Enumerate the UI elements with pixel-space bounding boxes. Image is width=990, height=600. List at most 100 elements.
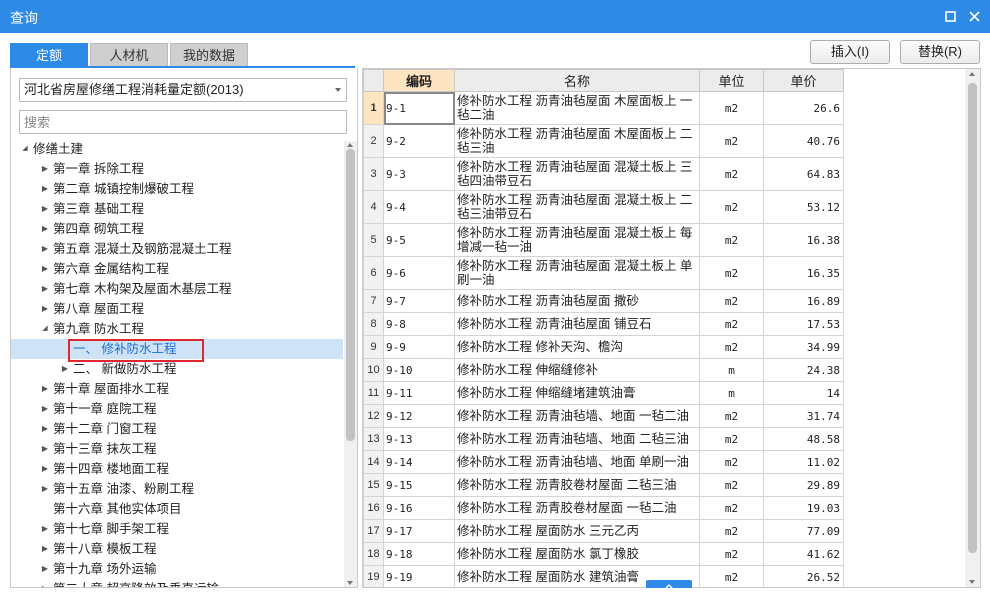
cell-name[interactable]: 修补防水工程 沥青油毡屋面 混凝土板上 二毡三油带豆石 [454,190,700,224]
replace-button[interactable]: 替换(R) [900,40,980,64]
expand-arrow-icon[interactable]: ▶ [39,379,51,399]
tree-item[interactable]: ▶ 第五章 混凝土及钢筋混凝土工程 [11,239,343,259]
tree-scrollbar[interactable] [344,141,357,587]
expand-arrow-icon[interactable]: ▶ [39,559,51,579]
cell-name[interactable]: 修补防水工程 伸缩缝堵建筑油膏 [454,381,700,405]
cell-price[interactable]: 40.76 [763,124,844,158]
row-number[interactable]: 8 [363,312,384,336]
expand-arrow-icon[interactable]: ▶ [59,359,71,379]
cell-unit[interactable]: m2 [699,473,764,497]
grid-scrollbar[interactable] [965,69,980,587]
cell-unit[interactable]: m2 [699,542,764,566]
table-row[interactable]: 17 9-17 修补防水工程 屋面防水 三元乙丙 m2 77.09 [363,519,844,543]
cell-unit[interactable]: m2 [699,450,764,474]
expand-arrow-icon[interactable]: ▶ [39,239,51,259]
row-number[interactable]: 17 [363,519,384,543]
row-number[interactable]: 18 [363,542,384,566]
table-row[interactable]: 4 9-4 修补防水工程 沥青油毡屋面 混凝土板上 二毡三油带豆石 m2 53.12 [363,190,844,224]
tree-item[interactable]: 第十六章 其他实体项目 [11,499,343,519]
cell-price[interactable]: 34.99 [763,335,844,359]
cell-name[interactable]: 修补防水工程 沥青油毡屋面 木屋面板上 一毡二油 [454,91,700,125]
expand-arrow-icon[interactable]: ▶ [39,419,51,439]
panel-expand-handle[interactable] [646,580,692,590]
cell-code[interactable]: 9-12 [383,404,455,428]
cell-unit[interactable]: m2 [699,223,764,257]
cell-name[interactable]: 修补防水工程 沥青油毡屋面 混凝土板上 每增减一毡一油 [454,223,700,257]
cell-code[interactable]: 9-11 [383,381,455,405]
cell-price[interactable]: 16.38 [763,223,844,257]
maximize-button[interactable] [942,8,958,24]
table-row[interactable]: 16 9-16 修补防水工程 沥青胶卷材屋面 一毡二油 m2 19.03 [363,496,844,520]
tab-labor-material[interactable]: 人材机 [90,43,168,67]
expand-arrow-icon[interactable]: ▶ [39,479,51,499]
row-number[interactable]: 7 [363,289,384,313]
scroll-down-icon[interactable] [347,581,353,585]
tree-item[interactable]: ▶ 第三章 基础工程 [11,199,343,219]
cell-unit[interactable]: m2 [699,289,764,313]
cell-code[interactable]: 9-14 [383,450,455,474]
scroll-up-icon[interactable] [969,72,975,76]
cell-name[interactable]: 修补防水工程 沥青油毡屋面 木屋面板上 二毡三油 [454,124,700,158]
cell-price[interactable]: 64.83 [763,157,844,191]
table-row[interactable]: 2 9-2 修补防水工程 沥青油毡屋面 木屋面板上 二毡三油 m2 40.76 [363,124,844,158]
table-row[interactable]: 7 9-7 修补防水工程 沥青油毡屋面 撒砂 m2 16.89 [363,289,844,313]
row-number[interactable]: 16 [363,496,384,520]
cell-name[interactable]: 修补防水工程 沥青油毡墙、地面 单刷一油 [454,450,700,474]
row-number[interactable]: 6 [363,256,384,290]
cell-code[interactable]: 9-1 [383,91,455,125]
row-number[interactable]: 15 [363,473,384,497]
cell-price[interactable]: 31.74 [763,404,844,428]
cell-code[interactable]: 9-7 [383,289,455,313]
cell-name[interactable]: 修补防水工程 沥青油毡屋面 铺豆石 [454,312,700,336]
cell-code[interactable]: 9-8 [383,312,455,336]
expand-arrow-icon[interactable]: ▶ [39,259,51,279]
tree-item[interactable]: ▶ 第十四章 楼地面工程 [11,459,343,479]
column-header-price[interactable]: 单价 [763,69,844,92]
tree-item[interactable]: ▶ 第二章 城镇控制爆破工程 [11,179,343,199]
collapse-arrow-icon[interactable]: ◢ [19,139,31,159]
grid-scroll-thumb[interactable] [968,83,977,553]
cell-unit[interactable]: m2 [699,404,764,428]
tree-item[interactable]: ▶ 第七章 木构架及屋面木基层工程 [11,279,343,299]
cell-name[interactable]: 修补防水工程 沥青油毡屋面 撒砂 [454,289,700,313]
cell-price[interactable]: 16.35 [763,256,844,290]
row-number[interactable]: 4 [363,190,384,224]
cell-price[interactable]: 17.53 [763,312,844,336]
table-row[interactable]: 9 9-9 修补防水工程 修补天沟、檐沟 m2 34.99 [363,335,844,359]
table-row[interactable]: 1 9-1 修补防水工程 沥青油毡屋面 木屋面板上 一毡二油 m2 26.6 [363,91,844,125]
cell-price[interactable]: 11.02 [763,450,844,474]
tree-item[interactable]: ▶ 第十五章 油漆、粉刷工程 [11,479,343,499]
cell-unit[interactable]: m2 [699,157,764,191]
cell-name[interactable]: 修补防水工程 沥青胶卷材屋面 一毡二油 [454,496,700,520]
tree-item[interactable]: ▶ 第八章 屋面工程 [11,299,343,319]
tab-quota[interactable]: 定额 [10,43,88,67]
table-row[interactable]: 19 9-19 修补防水工程 屋面防水 建筑油膏 m2 26.52 [363,565,844,587]
insert-button[interactable]: 插入(I) [810,40,890,64]
row-number[interactable]: 2 [363,124,384,158]
row-number[interactable]: 9 [363,335,384,359]
cell-unit[interactable]: m2 [699,427,764,451]
library-select[interactable]: 河北省房屋修缮工程消耗量定额(2013) [19,78,347,102]
cell-name[interactable]: 修补防水工程 修补天沟、檐沟 [454,335,700,359]
cell-unit[interactable]: m [699,381,764,405]
cell-price[interactable]: 19.03 [763,496,844,520]
table-row[interactable]: 14 9-14 修补防水工程 沥青油毡墙、地面 单刷一油 m2 11.02 [363,450,844,474]
column-header-unit[interactable]: 单位 [699,69,764,92]
cell-unit[interactable]: m2 [699,335,764,359]
cell-name[interactable]: 修补防水工程 屋面防水 氯丁橡胶 [454,542,700,566]
cell-price[interactable]: 14 [763,381,844,405]
expand-arrow-icon[interactable]: ▶ [39,299,51,319]
cell-name[interactable]: 修补防水工程 屋面防水 三元乙丙 [454,519,700,543]
cell-code[interactable]: 9-17 [383,519,455,543]
tree-item[interactable]: ▶第二十章 超高降效及垂直运输 [11,579,343,587]
cell-code[interactable]: 9-10 [383,358,455,382]
row-number[interactable]: 3 [363,157,384,191]
close-button[interactable] [966,8,982,24]
cell-unit[interactable]: m2 [699,565,764,587]
tree-item[interactable]: ▶ 第四章 砌筑工程 [11,219,343,239]
table-row[interactable]: 13 9-13 修补防水工程 沥青油毡墙、地面 二毡三油 m2 48.58 [363,427,844,451]
cell-price[interactable]: 24.38 [763,358,844,382]
cell-code[interactable]: 9-15 [383,473,455,497]
table-row[interactable]: 18 9-18 修补防水工程 屋面防水 氯丁橡胶 m2 41.62 [363,542,844,566]
cell-price[interactable]: 26.52 [763,565,844,587]
